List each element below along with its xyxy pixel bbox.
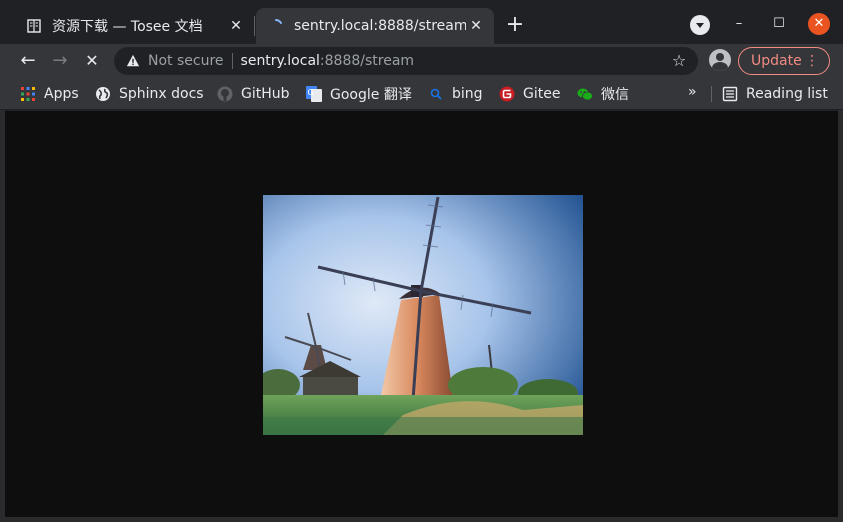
close-tab-icon[interactable]: ✕ bbox=[226, 16, 246, 36]
gitee-icon bbox=[499, 86, 515, 102]
update-button[interactable]: Update ⋮ bbox=[738, 47, 830, 75]
bookmark-label: GitHub bbox=[241, 86, 290, 102]
profile-avatar-icon[interactable] bbox=[709, 49, 731, 71]
bookmark-label: Sphinx docs bbox=[119, 86, 204, 102]
github-icon bbox=[217, 86, 233, 102]
bookmarks-separator bbox=[711, 86, 712, 102]
bookmark-google-translate[interactable]: G Google 翻译 bbox=[306, 84, 412, 104]
bookmarks-overflow-button[interactable]: » bbox=[688, 84, 697, 100]
globe-icon bbox=[96, 87, 110, 101]
bookmark-wechat[interactable]: 微信 bbox=[577, 84, 629, 104]
tab-separator bbox=[254, 16, 255, 36]
reading-list-icon bbox=[722, 86, 738, 102]
reading-list-label: Reading list bbox=[746, 86, 828, 102]
bookmark-label: Apps bbox=[44, 86, 79, 102]
bookmarks-bar: Apps Sphinx docs GitHub G Google 翻译 bing… bbox=[0, 78, 843, 110]
bookmark-label: Google 翻译 bbox=[330, 87, 412, 103]
url-host: sentry.local bbox=[240, 53, 320, 69]
bookmark-gitee[interactable]: Gitee bbox=[499, 84, 560, 104]
loading-spinner-icon bbox=[275, 19, 282, 24]
document-icon bbox=[27, 19, 41, 33]
maximize-icon[interactable]: ☐ bbox=[768, 13, 790, 35]
avatar-shoulders bbox=[712, 62, 728, 71]
google-translate-icon: G bbox=[306, 86, 322, 102]
back-arrow-icon[interactable]: ← bbox=[17, 50, 39, 72]
minimize-icon[interactable]: – bbox=[728, 13, 750, 35]
omnibox-divider bbox=[231, 53, 233, 69]
toolbar: ← → ✕ Not secure sentry.local:8888/strea… bbox=[0, 44, 843, 78]
bookmark-sphinx-docs[interactable]: Sphinx docs bbox=[95, 84, 204, 104]
bookmark-label: bing bbox=[452, 86, 483, 102]
reading-list-button[interactable]: Reading list bbox=[722, 84, 828, 104]
video-stream-image bbox=[263, 195, 583, 435]
bookmark-github[interactable]: GitHub bbox=[217, 84, 290, 104]
tab-tosee-docs[interactable]: 资源下载 — Tosee 文档 ✕ bbox=[14, 8, 254, 44]
forward-arrow-icon[interactable]: → bbox=[49, 50, 71, 72]
search-icon bbox=[430, 88, 442, 100]
svg-text:G: G bbox=[308, 88, 314, 97]
window-border-left bbox=[0, 110, 5, 522]
bookmark-label: 微信 bbox=[601, 87, 629, 103]
more-menu-icon[interactable]: ⋮ bbox=[805, 53, 819, 69]
security-label[interactable]: Not secure bbox=[148, 53, 224, 69]
wechat-icon bbox=[577, 88, 593, 101]
bookmark-star-icon[interactable]: ☆ bbox=[670, 52, 688, 70]
bookmark-bing[interactable]: bing bbox=[428, 84, 483, 104]
warning-icon bbox=[126, 54, 140, 67]
apps-grid-icon bbox=[21, 87, 35, 101]
window-close-icon[interactable]: ✕ bbox=[808, 13, 830, 35]
browser-window: 资源下载 — Tosee 文档 ✕ sentry.local:8888/stre… bbox=[0, 0, 843, 522]
window-border-right bbox=[838, 110, 843, 522]
tab-title: 资源下载 — Tosee 文档 bbox=[52, 19, 203, 35]
bookmark-apps[interactable]: Apps bbox=[20, 84, 79, 104]
address-bar[interactable]: Not secure sentry.local:8888/stream ☆ bbox=[114, 47, 698, 75]
stop-loading-icon[interactable]: ✕ bbox=[81, 50, 103, 72]
window-border-bottom bbox=[0, 517, 843, 522]
update-label: Update bbox=[751, 53, 802, 69]
bookmark-label: Gitee bbox=[523, 86, 561, 102]
tab-stream[interactable]: sentry.local:8888/stream ✕ bbox=[256, 8, 494, 44]
avatar-head bbox=[716, 53, 724, 61]
tab-strip: 资源下载 — Tosee 文档 ✕ sentry.local:8888/stre… bbox=[0, 0, 843, 44]
tab-title: sentry.local:8888/stream bbox=[294, 18, 466, 34]
close-tab-icon[interactable]: ✕ bbox=[466, 16, 486, 36]
new-tab-button[interactable]: + bbox=[504, 14, 526, 36]
url-path: :8888/stream bbox=[319, 53, 415, 69]
page-content bbox=[5, 111, 838, 517]
tab-search-icon[interactable] bbox=[690, 15, 710, 35]
